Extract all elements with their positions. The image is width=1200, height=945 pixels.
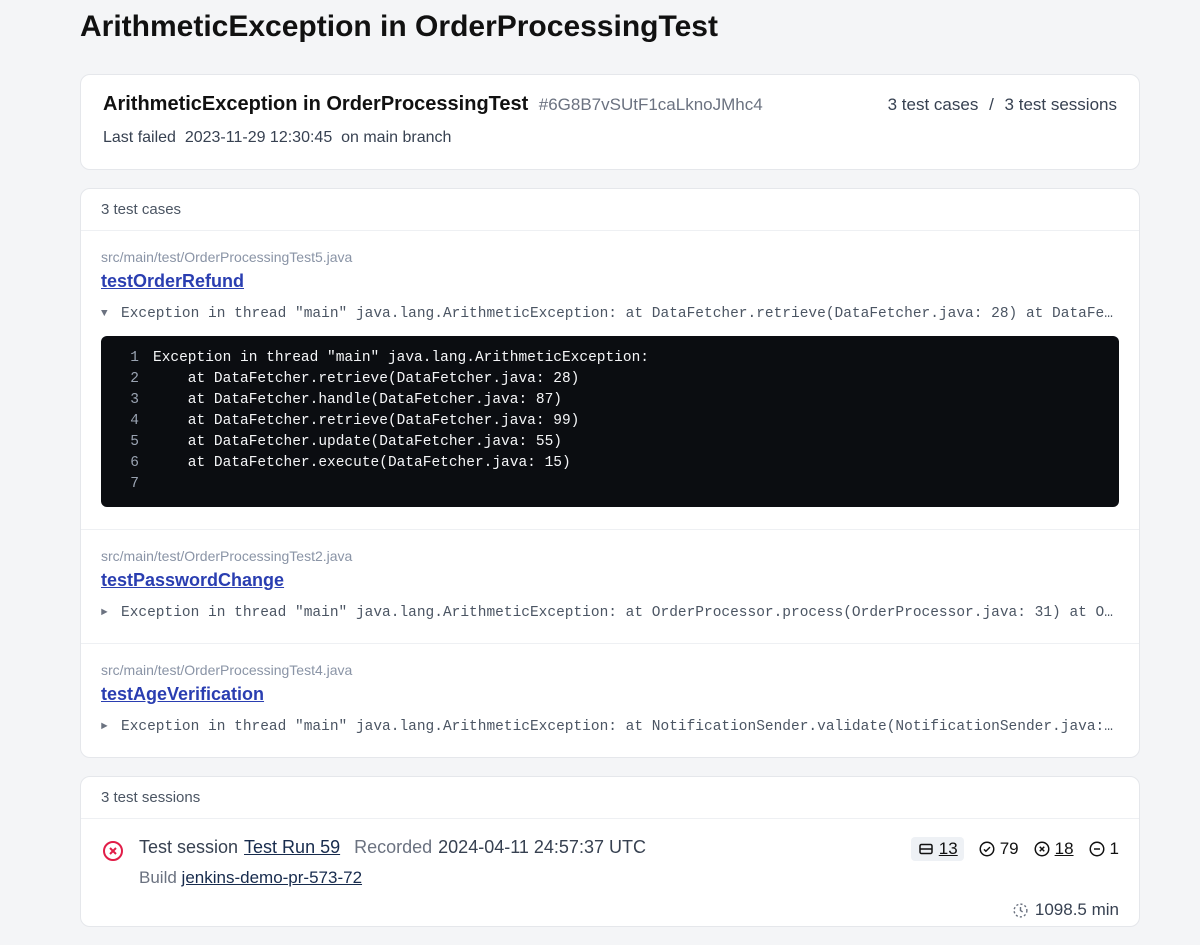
test-session-row: Test session Test Run 59 Recorded 2024-0… [81,819,1139,926]
summary-title: ArithmeticException in OrderProcessingTe… [103,93,528,115]
exception-summary-row[interactable]: ► Exception in thread "main" java.lang.Ar… [101,719,1119,735]
stat-skipped: 1 [1088,839,1119,859]
exception-summary-row[interactable]: ▼ Exception in thread "main" java.lang.Ar… [101,306,1119,322]
disclosure-right-icon[interactable]: ► [101,607,113,619]
test-case-link[interactable]: testAgeVerification [101,684,264,705]
build-label: Build [139,868,177,887]
code-line-text: at DataFetcher.update(DataFetcher.java: … [153,432,562,453]
test-case-block: src/main/test/OrderProcessingTest2.java t… [81,530,1139,644]
stack-trace-code: 1 Exception in thread "main" java.lang.Ar… [101,336,1119,507]
code-line-number: 4 [117,411,139,432]
code-line-number: 1 [117,348,139,369]
code-line-number: 7 [117,474,139,495]
test-sessions-card: 3 test sessions Test session Test Run 59… [80,776,1140,927]
session-stats: 13 79 18 1 [911,837,1119,861]
exception-summary-row[interactable]: ► Exception in thread "main" java.lang.Ar… [101,605,1119,621]
code-line-text: Exception in thread "main" java.lang.Ari… [153,348,649,369]
summary-counts: 3 test cases / 3 test sessions [888,95,1117,115]
code-line-number: 3 [117,390,139,411]
code-line-number: 2 [117,369,139,390]
code-line-text: at DataFetcher.handle(DataFetcher.java: … [153,390,562,411]
summary-card: ArithmeticException in OrderProcessingTe… [80,74,1140,170]
stat-flaky-value: 13 [939,839,958,859]
stat-failed-value: 18 [1055,839,1074,859]
summary-sep: / [989,95,994,114]
stat-flaky[interactable]: 13 [911,837,964,861]
test-case-path: src/main/test/OrderProcessingTest2.java [101,548,1119,564]
test-case-block: src/main/test/OrderProcessingTest4.java t… [81,644,1139,757]
test-case-link[interactable]: testPasswordChange [101,570,284,591]
test-cases-card: 3 test cases src/main/test/OrderProcessi… [80,188,1140,758]
test-cases-header: 3 test cases [81,189,1139,231]
summary-hash: #6G8B7vSUtF1caLknoJMhc4 [539,95,763,114]
disclosure-right-icon[interactable]: ► [101,721,113,733]
stat-passed-value: 79 [1000,839,1019,859]
recorded-label: Recorded [354,837,432,858]
code-line-number: 6 [117,453,139,474]
session-duration-value: 1098.5 min [1035,900,1119,920]
exception-summary-text: Exception in thread "main" java.lang.Ari… [121,605,1119,621]
session-label: Test session [139,837,238,858]
stat-skipped-value: 1 [1110,839,1119,859]
stat-passed: 79 [978,839,1019,859]
test-case-path: src/main/test/OrderProcessingTest4.java [101,662,1119,678]
session-name-link[interactable]: Test Run 59 [244,837,340,858]
code-line-text: at DataFetcher.retrieve(DataFetcher.java… [153,369,579,390]
disclosure-down-icon[interactable]: ▼ [101,308,113,320]
exception-summary-text: Exception in thread "main" java.lang.Ari… [121,306,1119,322]
summary-sessions-count: 3 test sessions [1005,95,1117,114]
test-case-link[interactable]: testOrderRefund [101,271,244,292]
build-link[interactable]: jenkins-demo-pr-573-72 [182,868,362,887]
last-failed-time: 2023-11-29 12:30:45 [185,129,332,146]
stat-failed[interactable]: 18 [1033,839,1074,859]
recorded-time: 2024-04-11 24:57:37 UTC [438,837,646,858]
status-fail-icon [101,839,125,863]
last-failed-label: Last failed [103,129,176,146]
test-sessions-header: 3 test sessions [81,777,1139,819]
code-line-text: at DataFetcher.execute(DataFetcher.java:… [153,453,571,474]
test-case-block: src/main/test/OrderProcessingTest5.java t… [81,231,1139,530]
page-title: ArithmeticException in OrderProcessingTe… [80,10,1180,44]
summary-last-failed: Last failed 2023-11-29 12:30:45 on main … [103,129,1117,147]
session-duration: 1098.5 min [81,900,1139,926]
exception-summary-text: Exception in thread "main" java.lang.Ari… [121,719,1119,735]
summary-cases-count: 3 test cases [888,95,979,114]
test-case-path: src/main/test/OrderProcessingTest5.java [101,249,1119,265]
code-line-text: at DataFetcher.retrieve(DataFetcher.java… [153,411,579,432]
last-failed-branch: on main branch [341,129,451,146]
code-line-number: 5 [117,432,139,453]
